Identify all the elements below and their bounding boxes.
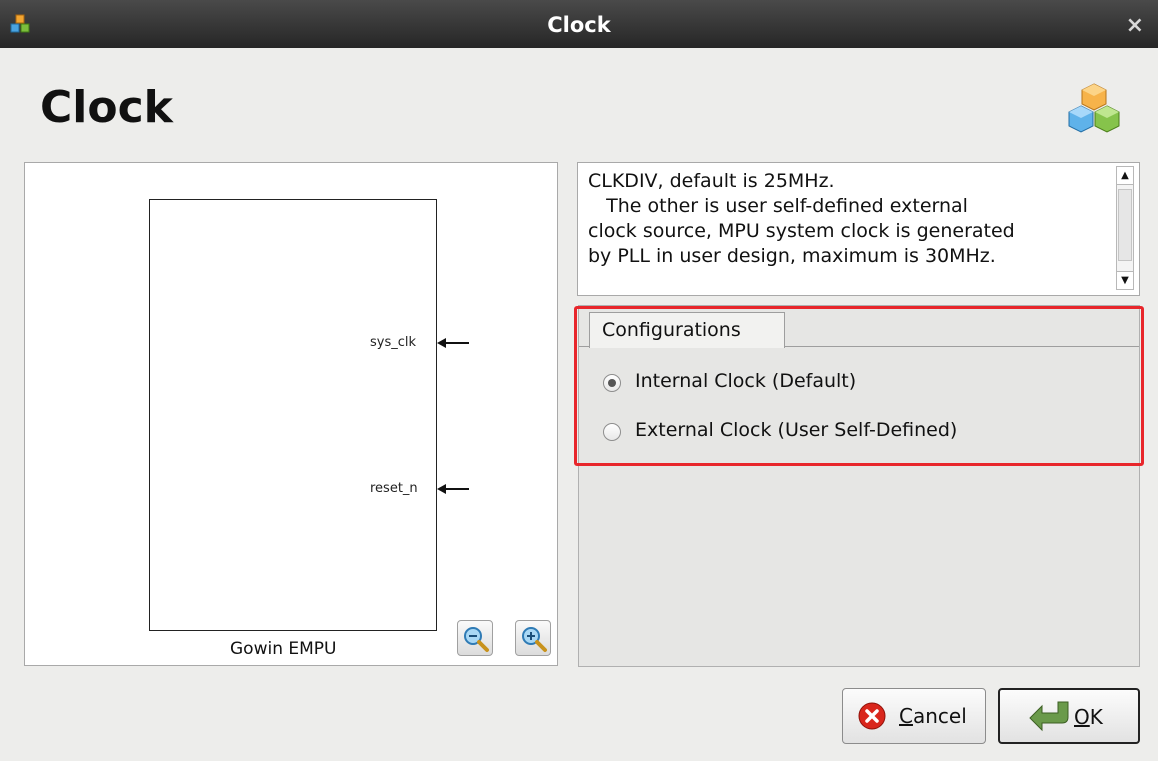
- radio-button[interactable]: [603, 423, 621, 441]
- ok-button-label: OK: [1074, 705, 1103, 729]
- description-text: CLKDIV, default is 25MHz. The other is u…: [588, 169, 1100, 269]
- cancel-icon: [858, 702, 886, 730]
- radio-selected-dot: [608, 379, 616, 387]
- cancel-button[interactable]: Cancel: [842, 688, 986, 744]
- port-arrow-reset-n: [437, 484, 469, 494]
- scroll-thumb[interactable]: [1118, 189, 1132, 261]
- ok-button[interactable]: OK: [998, 688, 1140, 744]
- page-title: Clock: [40, 82, 173, 133]
- ok-arrow-icon: [1029, 701, 1069, 732]
- title-bar: Clock ×: [0, 0, 1158, 48]
- blocks-logo-icon: [1068, 83, 1120, 133]
- scroll-down-icon[interactable]: ▼: [1117, 271, 1133, 289]
- zoom-in-button[interactable]: [515, 620, 551, 656]
- zoom-out-icon: [464, 627, 489, 652]
- radio-external-clock[interactable]: External Clock (User Self-Defined): [603, 419, 1023, 449]
- description-line: clock source, MPU system clock is genera…: [588, 220, 1015, 242]
- ip-block: [149, 199, 437, 631]
- tab-configurations[interactable]: Configurations: [589, 312, 785, 348]
- description-line: The other is user self-defined external: [588, 195, 968, 217]
- cancel-button-label: Cancel: [899, 704, 967, 728]
- radio-button[interactable]: [603, 374, 621, 392]
- radio-internal-clock[interactable]: Internal Clock (Default): [603, 370, 923, 400]
- scroll-up-icon[interactable]: ▲: [1117, 167, 1133, 185]
- block-preview: sys_clk reset_n Gowin EMPU: [24, 162, 558, 666]
- port-label-reset-n: reset_n: [370, 481, 418, 496]
- radio-label: External Clock (User Self-Defined): [635, 419, 958, 441]
- port-arrow-sys-clk: [437, 338, 469, 348]
- zoom-in-icon: [522, 627, 547, 652]
- port-label-sys-clk: sys_clk: [370, 335, 417, 350]
- block-name: Gowin EMPU: [230, 639, 337, 659]
- description-line: CLKDIV, default is 25MHz.: [588, 170, 835, 192]
- description-line: by PLL in user design, maximum is 30MHz.: [588, 245, 996, 267]
- window-title: Clock: [547, 13, 611, 37]
- radio-label: Internal Clock (Default): [635, 370, 857, 392]
- description-scrollbar[interactable]: ▲ ▼: [1116, 166, 1134, 290]
- description-textarea[interactable]: CLKDIV, default is 25MHz. The other is u…: [577, 162, 1140, 296]
- configurations-panel: Configurations Internal Clock (Default) …: [578, 305, 1140, 667]
- close-icon[interactable]: ×: [1126, 13, 1144, 38]
- tab-configurations-label: Configurations: [602, 319, 741, 341]
- zoom-out-button[interactable]: [457, 620, 493, 656]
